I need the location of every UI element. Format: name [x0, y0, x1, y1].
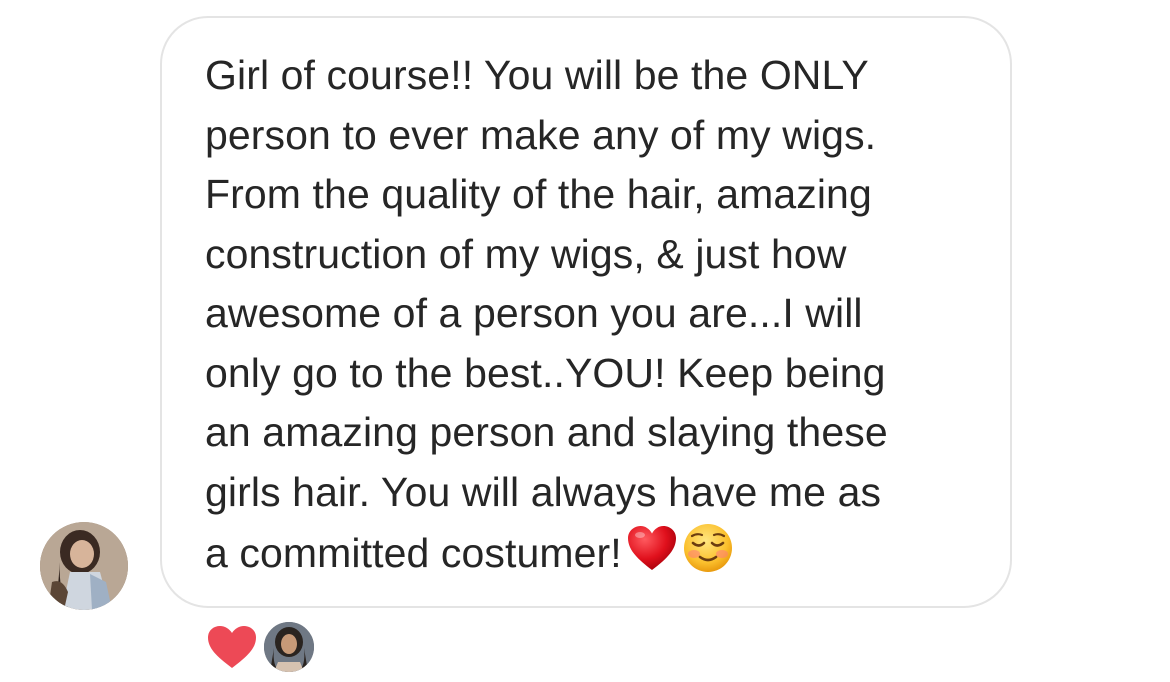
message-reactions[interactable]	[206, 622, 316, 672]
message-line: construction of my wigs, & just how	[205, 230, 847, 277]
heart-icon	[206, 624, 258, 670]
red-heart-emoji	[626, 524, 678, 589]
reactor-avatar-photo	[264, 622, 314, 672]
message-line: awesome of a person you are...I will	[205, 290, 863, 336]
message-line: Girl of course!! You will be the ONLY	[205, 52, 869, 98]
sender-avatar[interactable]	[40, 522, 128, 610]
message-line: a committed costumer!	[205, 530, 622, 577]
message-text: Girl of course!! You will be the ONLY pe…	[205, 46, 985, 591]
dm-conversation-screen: Girl of course!! You will be the ONLY pe…	[0, 0, 1170, 682]
sender-avatar-photo	[40, 522, 128, 610]
message-line: only go to the best..YOU! Keep being	[205, 349, 886, 396]
message-line: an amazing person and slaying these	[205, 409, 888, 455]
message-line: From the quality of the hair, amazing	[205, 171, 872, 217]
message-line: girls hair. You will always have me as	[205, 468, 882, 515]
smiling-face-emoji	[682, 522, 734, 591]
reactor-avatar[interactable]	[264, 622, 314, 672]
message-line: person to ever make any of my wigs.	[205, 111, 877, 158]
message-last-line: a committed costumer!	[205, 522, 985, 591]
